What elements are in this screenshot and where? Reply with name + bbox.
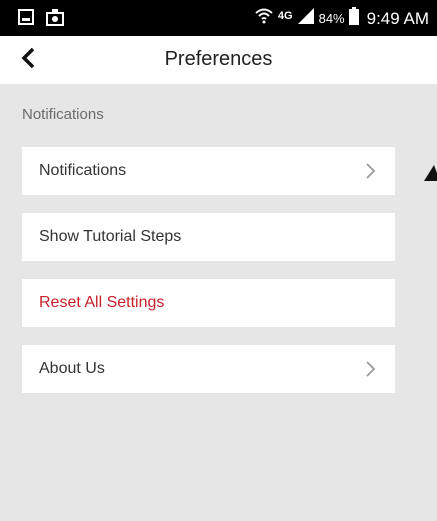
status-left-icons [18, 8, 64, 26]
menu-item-label: About Us [39, 360, 105, 377]
menu-item-about-us[interactable]: About Us [22, 345, 395, 393]
app-header: Preferences [0, 36, 437, 84]
menu-item-label: Show Tutorial Steps [39, 228, 182, 245]
battery-percent: 84% [318, 11, 345, 26]
menu-item-notifications[interactable]: Notifications [22, 147, 395, 195]
page-title: Preferences [164, 48, 273, 70]
battery-icon [348, 7, 359, 30]
section-label: Notifications [22, 106, 104, 123]
status-time: 9:49 AM [366, 8, 429, 28]
gallery-icon [18, 9, 34, 25]
menu-item-label: Reset All Settings [39, 294, 165, 311]
menu-item-show-tutorial-steps[interactable]: Show Tutorial Steps [22, 213, 395, 261]
status-right-icons: 4G 84% 9:49 AM [254, 6, 429, 31]
chevron-right-icon [365, 361, 376, 382]
cursor-pointer-icon [424, 165, 437, 181]
menu-item-reset-all-settings[interactable]: Reset All Settings [22, 279, 395, 327]
chevron-right-icon [365, 163, 376, 184]
menu-item-label: Notifications [39, 162, 127, 179]
photo-upload-icon [46, 8, 64, 26]
network-type-label: 4G [277, 10, 293, 22]
status-bar: 4G 84% 9:49 AM [0, 0, 437, 36]
signal-icon [297, 7, 315, 30]
wifi-icon [254, 6, 274, 31]
